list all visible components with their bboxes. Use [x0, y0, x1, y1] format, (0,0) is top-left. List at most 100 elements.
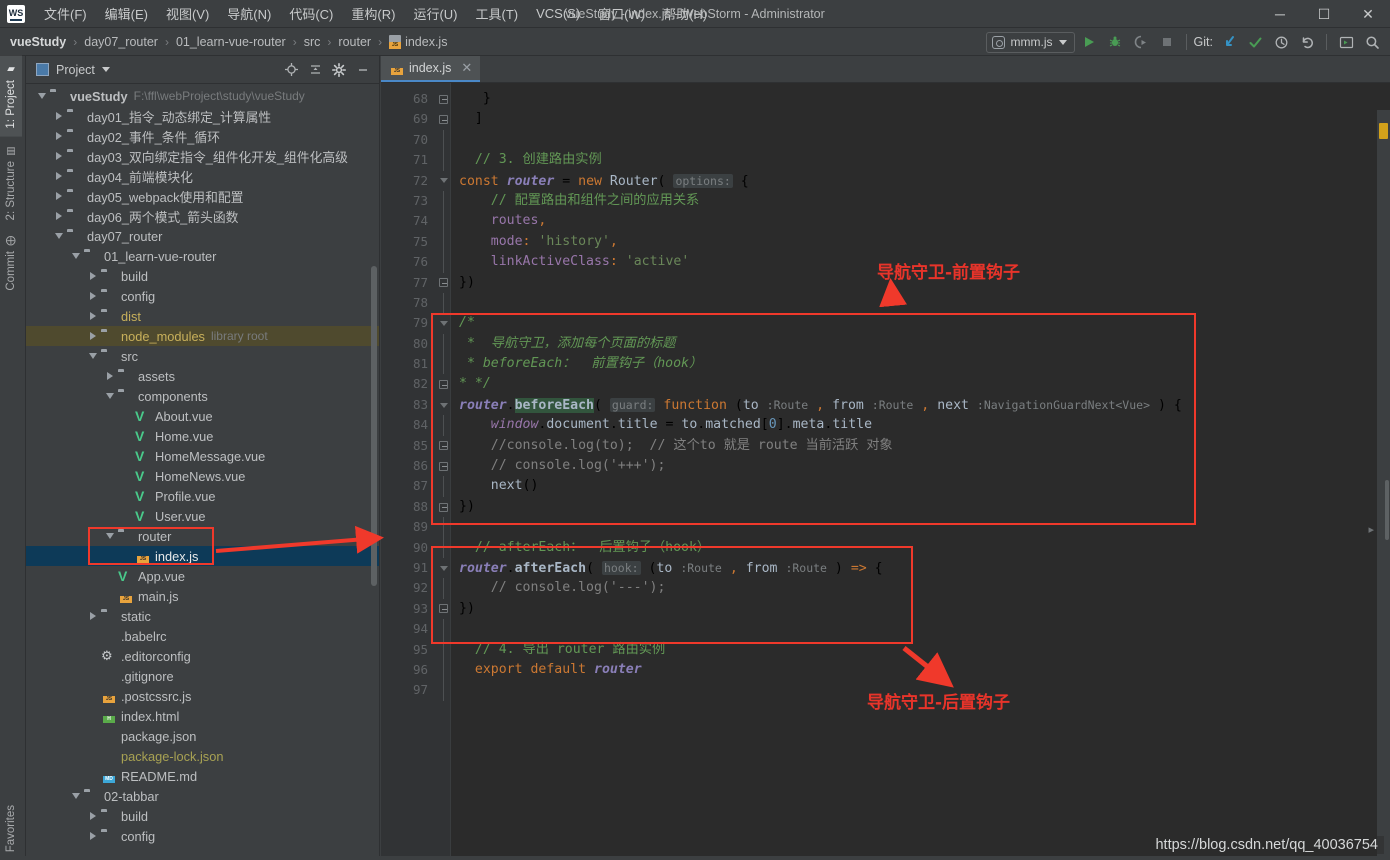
- breadcrumb-item-learn-vue-router[interactable]: 01_learn-vue-router: [176, 35, 286, 49]
- tree-item-src[interactable]: src: [26, 346, 379, 366]
- maximize-button[interactable]: ☐: [1302, 0, 1346, 28]
- code-line[interactable]: }): [459, 599, 1390, 619]
- menu-tools[interactable]: 工具(T): [466, 0, 527, 27]
- code-line[interactable]: /*: [459, 313, 1390, 333]
- hide-panel-icon[interactable]: [351, 59, 375, 81]
- code-line[interactable]: //console.log(to); // 这个to 就是 route 当前活跃…: [459, 436, 1390, 456]
- tree-item-static[interactable]: static: [26, 606, 379, 626]
- menu-refactor[interactable]: 重构(R): [342, 0, 404, 27]
- project-tree-scrollbar[interactable]: [371, 266, 377, 586]
- code-line[interactable]: // console.log('+++');: [459, 456, 1390, 476]
- tree-item-day02___[interactable]: day02_事件_条件_循环: [26, 126, 379, 146]
- run-button[interactable]: [1077, 30, 1101, 54]
- chevron-down-icon[interactable]: [68, 793, 84, 799]
- tree-item-.editorconfig[interactable]: ⚙.editorconfig: [26, 646, 379, 666]
- code-line[interactable]: // 3. 创建路由实例: [459, 150, 1390, 170]
- editor-tab-index-js[interactable]: JS index.js ✕: [381, 56, 480, 82]
- tree-item-vuestudy[interactable]: vueStudyF:\ffl\webProject\study\vueStudy: [26, 86, 379, 106]
- tree-item-app.vue[interactable]: VApp.vue: [26, 566, 379, 586]
- project-tree[interactable]: vueStudyF:\ffl\webProject\study\vueStudy…: [26, 84, 379, 860]
- tree-item-index.js[interactable]: JSindex.js: [26, 546, 379, 566]
- tree-item-package.json[interactable]: package.json: [26, 726, 379, 746]
- gear-icon[interactable]: [327, 59, 351, 81]
- tree-item-config[interactable]: config: [26, 826, 379, 846]
- chevron-right-icon[interactable]: [102, 372, 118, 380]
- tree-item-.babelrc[interactable]: .babelrc: [26, 626, 379, 646]
- menu-help[interactable]: 帮助(H): [654, 0, 716, 27]
- code-line[interactable]: }: [459, 89, 1390, 109]
- fold-collapse-icon[interactable]: [437, 436, 450, 456]
- stop-button[interactable]: [1155, 30, 1179, 54]
- code-line[interactable]: routes,: [459, 211, 1390, 231]
- code-line[interactable]: // 配置路由和组件之间的应用关系: [459, 191, 1390, 211]
- chevron-right-icon[interactable]: [51, 152, 67, 160]
- tree-item-node_modules[interactable]: node_moduleslibrary root: [26, 326, 379, 346]
- code-line[interactable]: ]: [459, 109, 1390, 129]
- editor-scrollbar[interactable]: [1385, 480, 1389, 540]
- collapse-all-icon[interactable]: [303, 59, 327, 81]
- menu-vcs[interactable]: VCS(S): [527, 2, 589, 25]
- breadcrumb-item-index-js[interactable]: index.js: [389, 35, 447, 49]
- locate-icon[interactable]: [279, 59, 303, 81]
- chevron-right-icon[interactable]: [85, 332, 101, 340]
- code-line[interactable]: window.document.title = to.matched[0].me…: [459, 415, 1390, 435]
- chevron-right-icon[interactable]: [51, 132, 67, 140]
- git-history-icon[interactable]: [1269, 30, 1293, 54]
- code-editor[interactable]: 6869707172737475767778798081828384858687…: [381, 83, 1390, 860]
- chevron-down-icon[interactable]: [102, 67, 110, 72]
- code-line[interactable]: export default router: [459, 660, 1390, 680]
- tool-window-tab-project[interactable]: 1: Project ▰: [0, 56, 22, 137]
- breadcrumb-item-project[interactable]: vueStudy: [10, 35, 66, 49]
- chevron-down-icon[interactable]: [85, 353, 101, 359]
- tree-item-package-lock.json[interactable]: package-lock.json: [26, 746, 379, 766]
- code-line[interactable]: * beforeEach： 前置钩子（hook）: [459, 354, 1390, 374]
- tree-item-main.js[interactable]: JSmain.js: [26, 586, 379, 606]
- fold-collapse-icon[interactable]: [437, 599, 450, 619]
- menu-code[interactable]: 代码(C): [280, 0, 342, 27]
- tree-item-day04_[interactable]: day04_前端模块化: [26, 166, 379, 186]
- chevron-right-icon[interactable]: [85, 612, 101, 620]
- fold-collapse-icon[interactable]: [437, 456, 450, 476]
- minimize-button[interactable]: ─: [1258, 0, 1302, 28]
- tool-window-tab-favorites[interactable]: Favorites: [0, 797, 22, 860]
- code-line[interactable]: // afterEach： 后置钩子（hook）: [459, 538, 1390, 558]
- tree-item-homenews.vue[interactable]: VHomeNews.vue: [26, 466, 379, 486]
- tree-item-.gitignore[interactable]: .gitignore: [26, 666, 379, 686]
- run-configuration-selector[interactable]: mmm.js: [986, 32, 1075, 53]
- fold-expand-icon[interactable]: [437, 558, 450, 578]
- chevron-down-icon[interactable]: [34, 93, 50, 99]
- menu-run[interactable]: 运行(U): [404, 0, 466, 27]
- tree-item-day03___[interactable]: day03_双向绑定指令_组件化开发_组件化高级: [26, 146, 379, 166]
- menu-navigate[interactable]: 导航(N): [218, 0, 280, 27]
- tree-item-build[interactable]: build: [26, 806, 379, 826]
- tree-item-router[interactable]: router: [26, 526, 379, 546]
- code-line[interactable]: const router = new Router( options: {: [459, 171, 1390, 191]
- code-folding-gutter[interactable]: [437, 83, 451, 860]
- code-line[interactable]: mode: 'history',: [459, 232, 1390, 252]
- code-line[interactable]: // console.log('---');: [459, 578, 1390, 598]
- tree-item-homemessage.vue[interactable]: VHomeMessage.vue: [26, 446, 379, 466]
- tree-item-day01___[interactable]: day01_指令_动态绑定_计算属性: [26, 106, 379, 126]
- breadcrumb-item-router[interactable]: router: [338, 35, 371, 49]
- fold-expand-icon[interactable]: [437, 313, 450, 333]
- tree-item-about.vue[interactable]: VAbout.vue: [26, 406, 379, 426]
- code-line[interactable]: [459, 619, 1390, 639]
- tree-item-profile.vue[interactable]: VProfile.vue: [26, 486, 379, 506]
- chevron-right-icon[interactable]: [85, 312, 101, 320]
- close-icon[interactable]: ✕: [461, 60, 472, 76]
- chevron-right-icon[interactable]: [85, 832, 101, 840]
- chevron-right-icon[interactable]: [51, 212, 67, 220]
- tree-item-readme.md[interactable]: MDREADME.md: [26, 766, 379, 786]
- tree-item-01_learn-vue-router[interactable]: 01_learn-vue-router: [26, 246, 379, 266]
- fold-collapse-icon[interactable]: [437, 497, 450, 517]
- chevron-right-icon[interactable]: [85, 292, 101, 300]
- terminal-icon[interactable]: [1334, 30, 1358, 54]
- chevron-right-icon[interactable]: [51, 112, 67, 120]
- git-update-project-icon[interactable]: [1217, 30, 1241, 54]
- git-commit-icon[interactable]: [1243, 30, 1267, 54]
- chevron-down-icon[interactable]: [68, 253, 84, 259]
- marker-gutter[interactable]: [1377, 110, 1390, 860]
- fold-collapse-icon[interactable]: [437, 109, 450, 129]
- chevron-down-icon[interactable]: [51, 233, 67, 239]
- chevron-right-icon[interactable]: [51, 192, 67, 200]
